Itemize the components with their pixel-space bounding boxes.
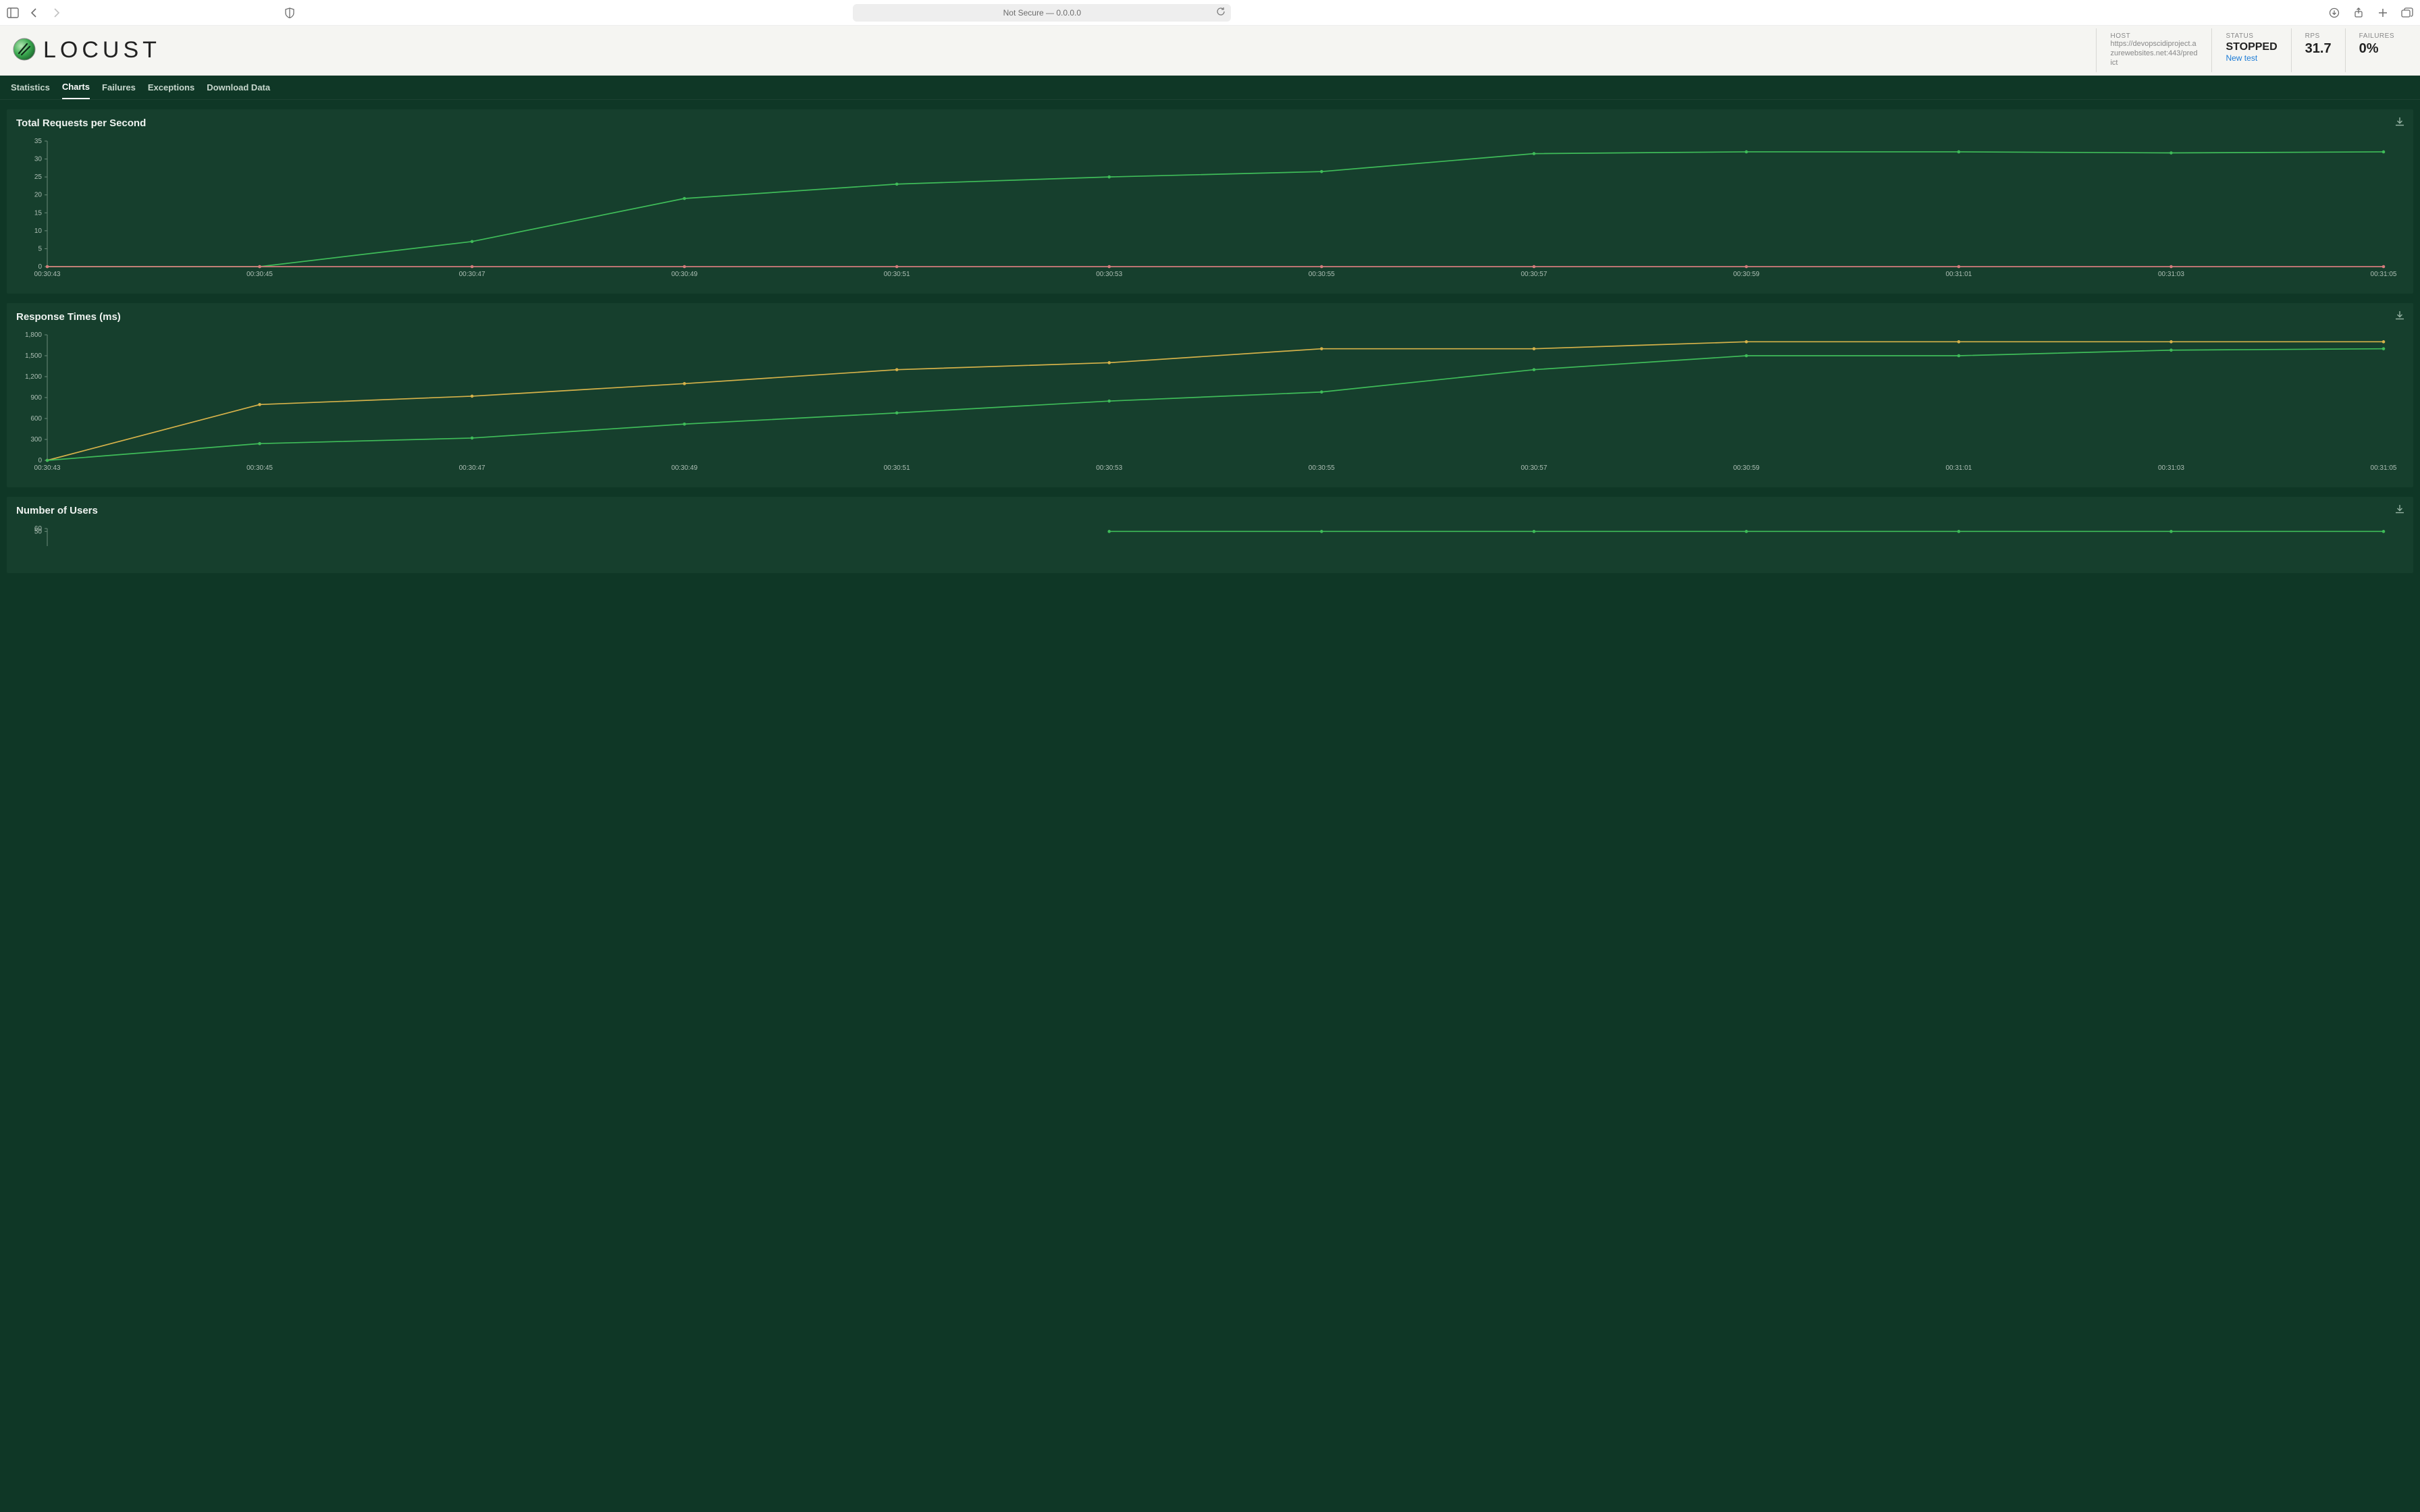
svg-text:00:31:05: 00:31:05: [2371, 271, 2397, 278]
stat-host: HOST https://devopscidiproject.azurewebs…: [2096, 28, 2211, 72]
download-chart-icon[interactable]: [2394, 116, 2405, 129]
svg-text:00:30:47: 00:30:47: [459, 271, 485, 278]
panel-users: Number of Users 5060: [7, 497, 2413, 573]
svg-text:00:30:53: 00:30:53: [1096, 271, 1122, 278]
svg-text:00:31:05: 00:31:05: [2371, 464, 2397, 472]
svg-text:00:30:43: 00:30:43: [34, 464, 61, 472]
forward-icon: [50, 7, 62, 19]
svg-text:00:31:01: 00:31:01: [1945, 271, 1972, 278]
stat-host-value: https://devopscidiproject.azurewebsites.…: [2110, 40, 2198, 68]
page-body: Statistics Charts Failures Exceptions Do…: [0, 76, 2420, 1512]
reload-icon[interactable]: [1216, 7, 1226, 18]
panel-rt-title: Response Times (ms): [16, 311, 2404, 323]
svg-text:25: 25: [34, 173, 43, 181]
svg-text:00:30:57: 00:30:57: [1521, 271, 1547, 278]
chart-rps: 0 5 10 15 20 25 30 35 00:30:43 00:30:45 00:30:47 00…: [16, 133, 2404, 281]
nav-tabs: Statistics Charts Failures Exceptions Do…: [0, 76, 2420, 100]
svg-text:0: 0: [38, 457, 42, 464]
svg-text:00:30:49: 00:30:49: [671, 464, 698, 472]
url-bar[interactable]: Not Secure — 0.0.0.0: [853, 4, 1231, 22]
svg-text:00:30:57: 00:30:57: [1521, 464, 1547, 472]
stat-status-label: STATUS: [2226, 32, 2277, 40]
svg-text:1,200: 1,200: [25, 373, 42, 381]
stat-status: STATUS STOPPED New test: [2211, 28, 2290, 72]
app-name: LOCUST: [43, 37, 161, 63]
svg-text:00:30:45: 00:30:45: [246, 271, 273, 278]
stat-rps-value: 31.7: [2305, 41, 2332, 57]
stat-host-label: HOST: [2110, 32, 2198, 40]
locust-logo-icon: [12, 37, 36, 63]
chart-response-times: 0 300 600 900 1,200 1,500 1,800 00:30:43 00:30:4…: [16, 327, 2404, 475]
panel-users-title: Number of Users: [16, 505, 2404, 516]
url-bar-text: Not Secure — 0.0.0.0: [1003, 8, 1081, 18]
stat-failures-label: FAILURES: [2359, 32, 2394, 40]
app-header: LOCUST HOST https://devopscidiproject.az…: [0, 26, 2420, 76]
svg-text:00:30:55: 00:30:55: [1309, 271, 1335, 278]
tabs-icon[interactable]: [2401, 7, 2413, 19]
browser-toolbar: Not Secure — 0.0.0.0: [0, 0, 2420, 26]
svg-text:00:30:51: 00:30:51: [884, 464, 910, 472]
chart-users: 5060: [16, 520, 2404, 561]
share-icon[interactable]: [2352, 7, 2365, 19]
svg-text:1,500: 1,500: [25, 352, 42, 360]
svg-text:00:31:03: 00:31:03: [2158, 271, 2184, 278]
svg-text:900: 900: [30, 394, 42, 402]
svg-text:00:31:03: 00:31:03: [2158, 464, 2184, 472]
svg-text:10: 10: [34, 227, 43, 235]
svg-text:00:30:51: 00:30:51: [884, 271, 910, 278]
new-tab-icon[interactable]: [2377, 7, 2389, 19]
svg-text:20: 20: [34, 192, 43, 199]
shield-icon[interactable]: [284, 7, 296, 19]
svg-text:00:30:47: 00:30:47: [459, 464, 485, 472]
svg-text:5: 5: [38, 245, 42, 252]
svg-text:15: 15: [34, 209, 43, 217]
svg-text:35: 35: [34, 138, 43, 145]
svg-text:300: 300: [30, 436, 42, 443]
new-test-link[interactable]: New test: [2226, 53, 2277, 63]
svg-text:1,800: 1,800: [25, 331, 42, 339]
svg-text:00:31:01: 00:31:01: [1945, 464, 1972, 472]
panel-rps-title: Total Requests per Second: [16, 117, 2404, 129]
stat-status-value: STOPPED: [2226, 41, 2277, 53]
back-icon[interactable]: [28, 7, 41, 19]
tab-charts[interactable]: Charts: [62, 76, 90, 99]
tab-exceptions[interactable]: Exceptions: [148, 76, 194, 99]
tab-failures[interactable]: Failures: [102, 76, 136, 99]
panel-rps: Total Requests per Second 0 5 10 15 20 25 30 35…: [7, 109, 2413, 294]
svg-text:00:30:49: 00:30:49: [671, 271, 698, 278]
tab-download[interactable]: Download Data: [207, 76, 270, 99]
stat-rps-label: RPS: [2305, 32, 2332, 40]
panel-response-times: Response Times (ms) 0 300 600 900 1,200 1,500…: [7, 303, 2413, 487]
svg-text:00:30:59: 00:30:59: [1733, 464, 1760, 472]
svg-text:00:30:55: 00:30:55: [1309, 464, 1335, 472]
svg-text:00:30:59: 00:30:59: [1733, 271, 1760, 278]
download-chart-icon[interactable]: [2394, 504, 2405, 516]
stat-rps: RPS 31.7: [2291, 28, 2345, 72]
stat-failures: FAILURES 0%: [2345, 28, 2408, 72]
downloads-icon[interactable]: [2328, 7, 2340, 19]
svg-text:00:30:45: 00:30:45: [246, 464, 273, 472]
download-chart-icon[interactable]: [2394, 310, 2405, 323]
sidebar-toggle-icon[interactable]: [7, 7, 19, 19]
svg-text:00:30:43: 00:30:43: [34, 271, 61, 278]
stat-failures-value: 0%: [2359, 41, 2394, 57]
svg-text:30: 30: [34, 156, 43, 163]
svg-text:00:30:53: 00:30:53: [1096, 464, 1122, 472]
svg-text:60: 60: [34, 525, 43, 533]
svg-text:600: 600: [30, 415, 42, 423]
tab-statistics[interactable]: Statistics: [11, 76, 50, 99]
svg-text:0: 0: [38, 263, 42, 271]
